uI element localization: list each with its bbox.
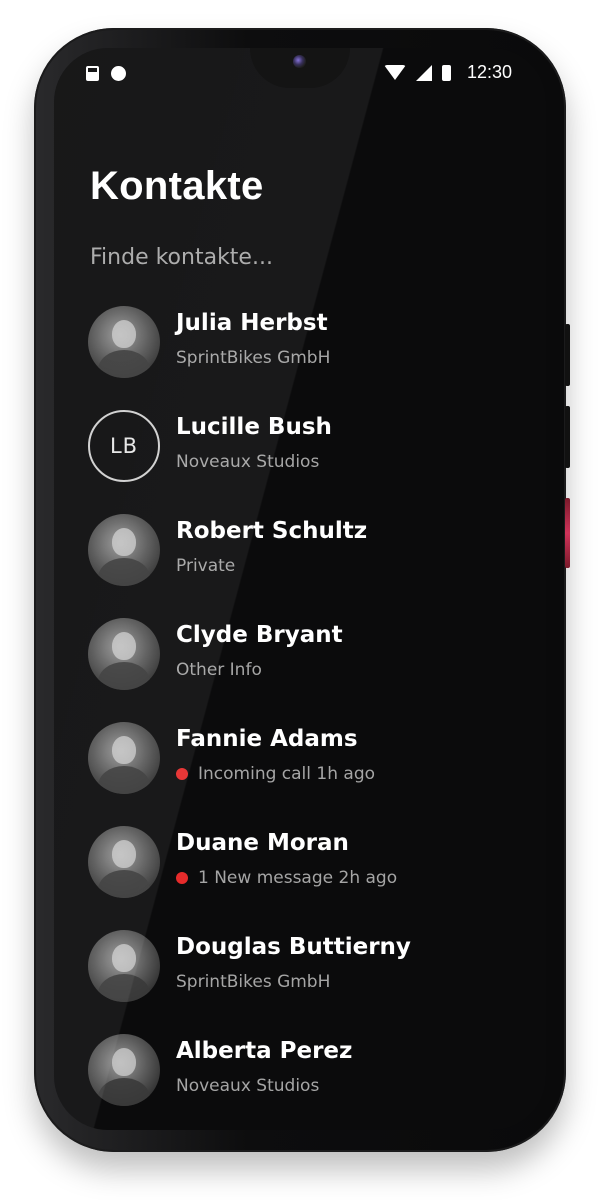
battery-icon (441, 64, 451, 81)
contact-name: Alberta Perez (176, 1038, 353, 1064)
contact-subtitle: Incoming call 1h ago (176, 764, 375, 784)
status-dot-icon (176, 872, 188, 884)
notification-dot-icon (111, 66, 126, 81)
screen: 12:30 Kontakte Julia Herbst SprintBikes … (54, 48, 546, 1130)
avatar (88, 826, 160, 898)
contact-item[interactable]: Alberta Perez Noveaux Studios (88, 1032, 546, 1130)
contact-item[interactable]: Julia Herbst SprintBikes GmbH (88, 304, 546, 408)
contact-subtitle: SprintBikes GmbH (176, 972, 331, 992)
wifi-icon (383, 65, 406, 80)
signal-icon (415, 64, 432, 81)
avatar (88, 930, 160, 1002)
contact-item[interactable]: Douglas Buttierny SprintBikes GmbH (88, 928, 546, 1032)
contact-list: Julia Herbst SprintBikes GmbH LB Lucille… (88, 304, 546, 1130)
contact-status-text: 1 New message 2h ago (198, 868, 398, 888)
contact-name: Julia Herbst (176, 310, 328, 336)
page-title: Kontakte (90, 164, 264, 208)
contact-name: Duane Moran (176, 830, 349, 856)
contact-subtitle: Noveaux Studios (176, 452, 320, 472)
contact-name: Douglas Buttierny (176, 934, 411, 960)
phone-frame: 12:30 Kontakte Julia Herbst SprintBikes … (34, 28, 570, 1152)
contact-item[interactable]: Robert Schultz Private (88, 512, 546, 616)
power-button[interactable] (565, 498, 570, 568)
contact-subtitle: SprintBikes GmbH (176, 348, 331, 368)
avatar (88, 306, 160, 378)
contact-subtitle: Other Info (176, 660, 262, 680)
contact-item[interactable]: LB Lucille Bush Noveaux Studios (88, 408, 546, 512)
contact-name: Lucille Bush (176, 414, 332, 440)
contact-item[interactable]: Fannie Adams Incoming call 1h ago (88, 720, 546, 824)
avatar-initials: LB (88, 410, 160, 482)
contact-subtitle: Noveaux Studios (176, 1076, 320, 1096)
contact-status-text: Incoming call 1h ago (198, 764, 376, 784)
status-bar: 12:30 (54, 48, 546, 98)
contact-name: Fannie Adams (176, 726, 358, 752)
status-dot-icon (176, 768, 188, 780)
volume-up-button[interactable] (565, 324, 570, 386)
avatar (88, 722, 160, 794)
contact-item[interactable]: Clyde Bryant Other Info (88, 616, 546, 720)
contact-subtitle: Private (176, 556, 236, 576)
avatar (88, 618, 160, 690)
volume-down-button[interactable] (565, 406, 570, 468)
search-input[interactable] (90, 238, 490, 276)
contact-item[interactable]: Duane Moran 1 New message 2h ago (88, 824, 546, 928)
avatar (88, 514, 160, 586)
avatar (88, 1034, 160, 1106)
contact-name: Clyde Bryant (176, 622, 343, 648)
contact-name: Robert Schultz (176, 518, 368, 544)
status-time: 12:30 (466, 62, 512, 82)
contact-subtitle: 1 New message 2h ago (176, 868, 397, 888)
sim-card-icon (86, 66, 99, 81)
